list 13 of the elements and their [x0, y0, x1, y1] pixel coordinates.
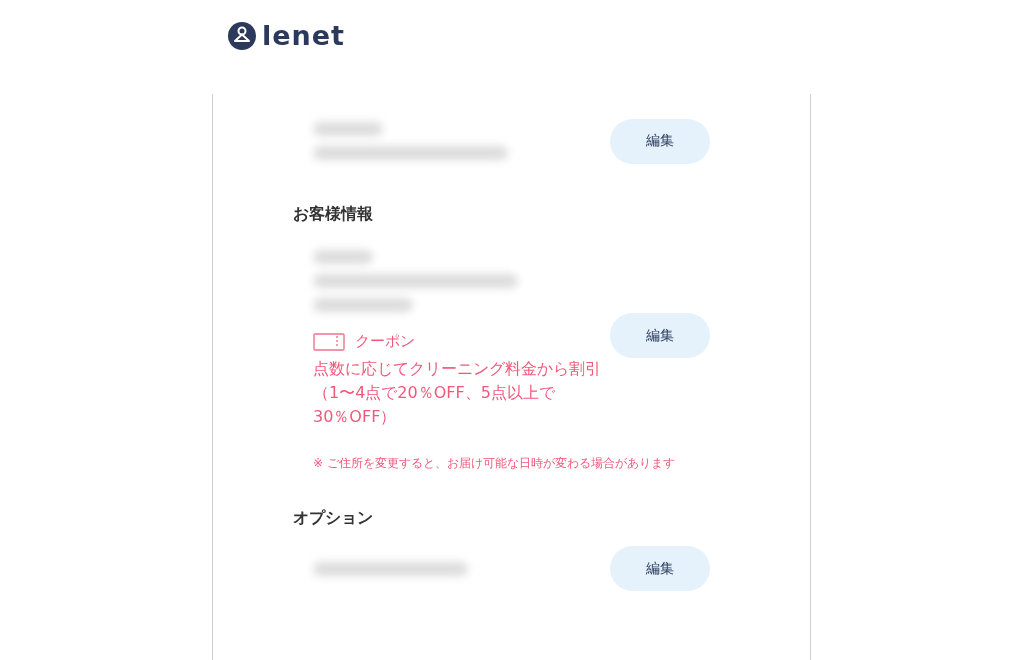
coupon-label: クーポン	[355, 332, 415, 351]
edit-button[interactable]: 編集	[610, 118, 710, 164]
coupon-description: 点数に応じてクリーニング料金から割引（1〜4点で20％OFF、5点以上で30％OFF）	[313, 358, 602, 428]
section-heading: オプション	[293, 508, 374, 528]
logo-text: lenet	[262, 20, 345, 52]
address-note: ※ ご住所を変更すると、お届け可能な日時が変わる場合があります	[313, 455, 676, 472]
section-heading: お客様情報	[293, 204, 374, 224]
edit-button[interactable]: 編集	[610, 313, 710, 358]
edit-button[interactable]: 編集	[610, 546, 710, 591]
blurred-text	[313, 250, 373, 264]
logo-icon	[228, 22, 256, 50]
blurred-text	[313, 122, 383, 136]
ticket-icon	[313, 332, 345, 351]
